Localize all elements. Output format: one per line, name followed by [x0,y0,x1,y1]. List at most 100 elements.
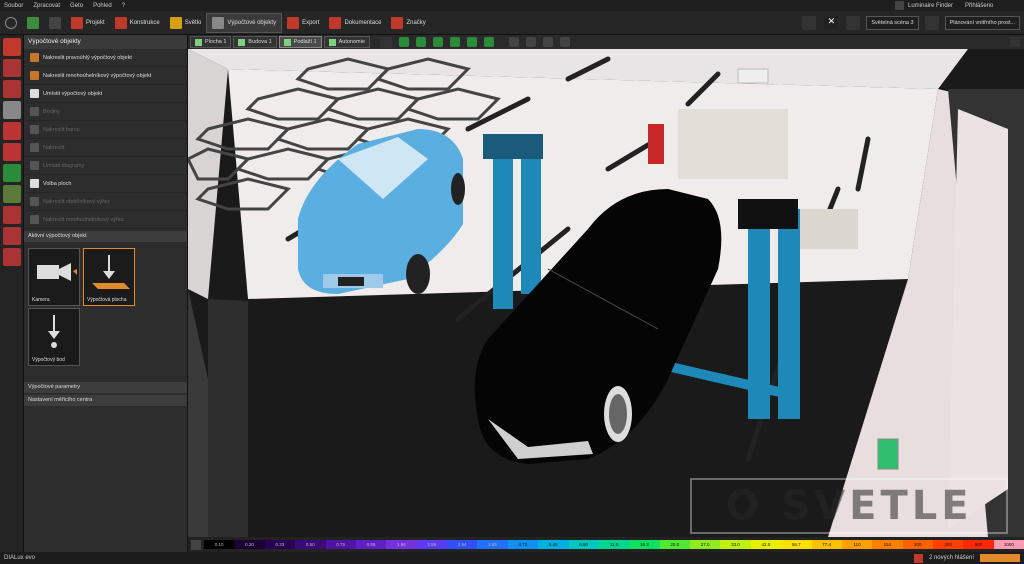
pan-icon[interactable] [542,36,553,47]
calc-params-section[interactable]: Výpočtové parametry [24,382,187,393]
menu-item[interactable]: Geto [70,3,83,9]
legend-cell: 16.3 [629,540,660,549]
panel-item[interactable]: Nakreslit mnohoúhelníkový výřez [24,211,187,229]
panel-item-icon [30,89,39,98]
panel-item[interactable]: Nakreslit barvu [24,121,187,139]
zoom-fit-icon[interactable] [508,36,519,47]
toolbar-icon [391,16,404,29]
camera-tile[interactable]: Kamera [28,248,80,306]
panel-item[interactable]: Nakreslit [24,139,187,157]
gear-icon[interactable] [846,15,861,30]
legend-cell: 300 [933,540,964,549]
furniture-icon[interactable] [2,80,21,98]
plan-select[interactable]: Plánování vnitřního prost... [944,15,1020,30]
notice-text[interactable]: 2 nových hlášení [929,555,974,561]
menu-item[interactable]: ? [122,3,125,9]
menu-bar: Soubor Zpracovat Geto Pohled? [0,0,1024,11]
3d-viewport[interactable] [188,49,1024,537]
menu-item[interactable]: Soubor [4,3,23,9]
toolbar-3-button[interactable]: Světlo [165,13,207,33]
login-link[interactable]: Přihlášeno [965,3,993,9]
panel-item-label: Nakreslit pravoúhlý výpočtový objekt [43,54,132,61]
toolbar-4-button[interactable]: Výpočtové objekty [206,12,283,33]
search-icon[interactable] [802,15,817,30]
panel-item[interactable]: Nakreslit mnohoúhelníkový výpočtový obje… [24,67,187,85]
toolbar-label: Značky [406,19,426,26]
legend-cell: 0.10 [204,540,235,549]
car-icon[interactable] [2,38,21,56]
box-icon[interactable] [2,248,21,266]
legend-cell: 154 [872,540,903,549]
panel-item-icon [30,71,39,80]
menu-item[interactable]: Zpracovat [33,3,60,9]
view-front-icon[interactable] [415,36,426,47]
calc-point-tile[interactable]: Výpočtový bod [28,308,80,366]
panel-item[interactable]: Bodiny [24,103,187,121]
tab-icon [195,38,202,46]
luminaire-finder-link[interactable]: Luminaire Finder [908,3,953,9]
toolbar-label: Konstrukce [129,19,160,26]
cube-icon[interactable] [2,59,21,77]
calc-icon[interactable] [2,227,21,245]
stair-icon[interactable] [2,143,21,161]
back-icon[interactable] [0,13,22,33]
panel-item-label: Nakreslit obdélníkový výřez [43,198,110,205]
toolbar-2-button[interactable]: Konstrukce [110,13,165,33]
progress-indicator [980,554,1020,562]
view-side-icon[interactable] [432,36,443,47]
calc-surface-tile[interactable]: Výpočtová plocha [83,248,135,306]
view-iso-icon[interactable] [466,36,477,47]
tab-icon [328,38,336,46]
panel-item[interactable]: Volba ploch [24,175,187,193]
collapse-icon[interactable] [1010,37,1020,47]
rotate-icon[interactable] [559,36,570,47]
side-panel: Výpočtové objekty Nakreslit pravoúhlý vý… [24,35,188,552]
panel-item-label: Nakreslit [43,144,65,151]
select-icon[interactable] [379,36,392,48]
zoom-icon[interactable] [525,36,536,47]
view-3d-icon[interactable] [398,36,409,47]
scene-select[interactable]: Světelná scéna 3 [866,15,919,30]
toolbar-icon [287,16,300,29]
panel-item[interactable]: Umístit výpočtový objekt [24,85,187,103]
legend-cell: 200 [902,540,933,549]
legend-cell: 27.0 [690,540,721,549]
view-tab[interactable]: Podlaží 1 [278,36,322,48]
undo-icon[interactable] [44,13,66,33]
toolbar-7-button[interactable]: Značky [386,13,430,33]
save-icon[interactable] [22,13,44,33]
eye-icon[interactable] [2,185,21,203]
panel-item[interactable]: Nakreslit pravoúhlý výpočtový objekt [24,49,187,67]
panel-item[interactable]: Umístit diagramy [24,157,187,175]
tile-label: Kamera [32,297,50,303]
menu-item[interactable]: Pohled [93,3,112,9]
legend-cell: 4.72 [507,540,539,549]
tab-icon [283,38,291,46]
view-tab[interactable]: Budova 1 [233,36,277,48]
view-tab[interactable]: Plocha 1 [190,36,232,48]
left-toolstrip [0,35,24,552]
exit-sign-icon[interactable] [2,164,21,182]
tab-label: Autonomie [338,39,365,45]
door-icon[interactable] [2,101,21,119]
layers-icon[interactable] [2,206,21,224]
wall-icon[interactable] [2,122,21,140]
toolbar-6-button[interactable]: Dokumentace [324,13,386,33]
toolbar-icon [114,16,127,29]
toolbar-1-button[interactable]: Projekt [66,13,110,33]
legend-cell: 20.0 [659,540,690,549]
legend-settings-icon[interactable] [191,539,201,550]
toolbar-5-button[interactable]: Export [282,13,324,33]
close-icon[interactable]: ✕ [824,15,839,30]
toolbar-label: Světlo [184,19,202,26]
light-icon[interactable] [924,15,939,30]
panel-item-label: Nakreslit barvu [43,126,80,133]
view-tab[interactable]: Autonomie [323,36,370,48]
measure-center-section[interactable]: Nastavení měřicího centra [24,395,187,406]
panel-item[interactable]: Nakreslit obdélníkový výřez [24,193,187,211]
view-top-icon[interactable] [449,36,460,47]
view-persp-icon[interactable] [483,36,494,47]
active-object-section[interactable]: Aktivní výpočtový objekt [24,231,187,242]
status-bar: DIALux evo 2 nových hlášení [0,552,1024,564]
toolbar-label: Dokumentace [344,19,382,26]
